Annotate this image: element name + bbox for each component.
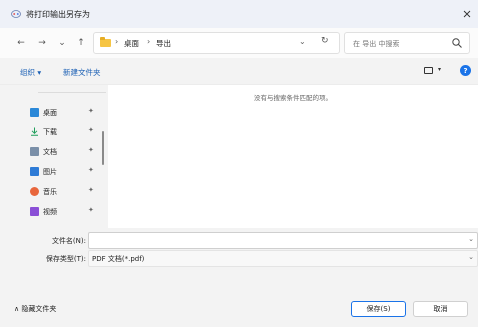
close-button[interactable] [456, 0, 478, 28]
pin-icon: ✦ [88, 107, 94, 115]
sidebar-item-music[interactable]: 音乐 ✦ [30, 184, 106, 200]
new-folder-button[interactable]: 新建文件夹 [63, 67, 101, 78]
close-icon [463, 10, 471, 18]
save-button[interactable]: 保存(S) [351, 301, 406, 317]
sidebar-item-pictures[interactable]: 图片 ✦ [30, 164, 106, 180]
search-input[interactable]: 在 导出 中搜索 [344, 32, 470, 54]
empty-message: 没有与搜索条件匹配的项。 [254, 94, 332, 102]
sidebar-scrollbar[interactable] [102, 131, 104, 165]
hide-folders-button[interactable]: ∧ 隐藏文件夹 [14, 304, 56, 314]
address-bar[interactable]: › 桌面 › 导出 ⌄ ↻ [93, 32, 340, 54]
folder-icon [100, 37, 111, 47]
breadcrumb-separator: › [115, 37, 119, 46]
chevron-down-icon: ⌄ [58, 38, 66, 48]
navigation-pane: 桌面 ✦ 下载 ✦ 文档 ✦ 图片 ✦ 音乐 ✦ 视频 ✦ [0, 85, 108, 228]
pin-icon: ✦ [88, 146, 94, 154]
sidebar-item-label: 视频 [43, 208, 57, 216]
forward-arrow-icon: → [38, 38, 46, 48]
forward-button[interactable]: → [35, 36, 49, 50]
sidebar-item-label: 图片 [43, 168, 57, 176]
help-icon[interactable]: ? [460, 65, 471, 76]
sidebar-item-documents[interactable]: 文档 ✦ [30, 144, 106, 160]
recent-locations-button[interactable]: ⌄ [55, 36, 69, 50]
cancel-button[interactable]: 取消 [413, 301, 468, 317]
sidebar-divider [38, 92, 106, 93]
sidebar-item-label: 音乐 [43, 188, 57, 196]
view-dropdown-icon[interactable]: ▾ [438, 66, 441, 73]
save-as-dialog: 将打印输出另存为 ← → ⌄ ↑ › 桌面 › 导出 ⌄ ↻ 在 导出 中搜索 … [0, 0, 478, 327]
organize-button[interactable]: 组织 ▾ [20, 67, 41, 78]
filename-input[interactable]: ⌄ [88, 232, 478, 249]
window-title: 将打印输出另存为 [26, 10, 90, 19]
up-button[interactable]: ↑ [74, 36, 88, 50]
chevron-down-icon[interactable]: ⌄ [468, 235, 474, 243]
pictures-icon [30, 167, 39, 176]
pin-icon: ✦ [88, 126, 94, 134]
filename-row: 文件名(N): ⌄ [0, 232, 478, 249]
video-icon [30, 207, 39, 216]
breadcrumb-separator: › [147, 37, 151, 46]
file-list[interactable]: 没有与搜索条件匹配的项。 [108, 85, 478, 228]
sidebar-item-videos[interactable]: 视频 ✦ [30, 204, 106, 220]
chevron-down-icon[interactable]: ⌄ [468, 253, 474, 261]
music-icon [30, 187, 39, 196]
navigation-bar: ← → ⌄ ↑ › 桌面 › 导出 ⌄ ↻ 在 导出 中搜索 [0, 28, 478, 58]
filename-label: 文件名(N): [51, 237, 86, 245]
filetype-label: 保存类型(T): [45, 255, 86, 263]
sidebar-item-label: 文档 [43, 148, 57, 156]
breadcrumb-export[interactable]: 导出 [156, 38, 171, 49]
title-bar: 将打印输出另存为 [0, 0, 478, 28]
sidebar-item-desktop[interactable]: 桌面 ✦ [30, 105, 106, 121]
back-button[interactable]: ← [14, 36, 28, 50]
view-options-icon[interactable] [424, 67, 433, 74]
document-icon [30, 147, 39, 156]
back-arrow-icon: ← [17, 38, 25, 48]
address-dropdown-icon[interactable]: ⌄ [299, 37, 306, 46]
search-icon[interactable] [451, 37, 463, 49]
up-arrow-icon: ↑ [77, 38, 85, 48]
filetype-row: 保存类型(T): PDF 文档(*.pdf) ⌄ [0, 250, 478, 267]
sidebar-item-label: 桌面 [43, 109, 57, 117]
search-placeholder: 在 导出 中搜索 [353, 40, 400, 48]
desktop-icon [30, 108, 39, 117]
pin-icon: ✦ [88, 166, 94, 174]
app-icon [11, 10, 21, 18]
sidebar-item-label: 下载 [43, 128, 57, 136]
pin-icon: ✦ [88, 186, 94, 194]
download-icon [31, 127, 38, 136]
sidebar-item-downloads[interactable]: 下载 ✦ [30, 124, 106, 140]
filetype-select[interactable]: PDF 文档(*.pdf) ⌄ [88, 250, 478, 267]
pin-icon: ✦ [88, 206, 94, 214]
breadcrumb-desktop[interactable]: 桌面 [124, 38, 139, 49]
filetype-value: PDF 文档(*.pdf) [92, 255, 145, 263]
refresh-icon[interactable]: ↻ [321, 36, 329, 46]
dialog-footer: ∧ 隐藏文件夹 保存(S) 取消 [0, 290, 478, 327]
command-bar: 组织 ▾ 新建文件夹 ▾ ? [0, 58, 478, 85]
